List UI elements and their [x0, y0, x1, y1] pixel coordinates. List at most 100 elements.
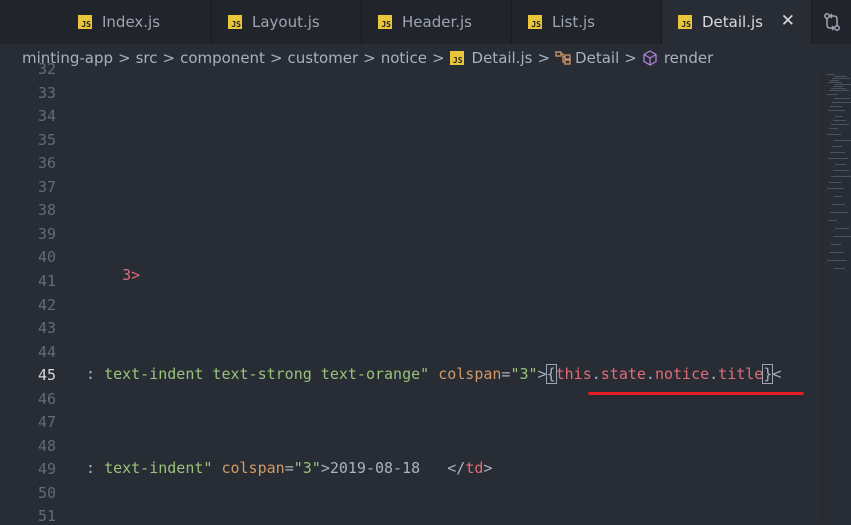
line-number: 34: [37, 107, 56, 126]
tab-list-js[interactable]: JS List.js: [512, 0, 662, 44]
minimap-line: [831, 176, 851, 177]
tag-close: >: [537, 365, 547, 383]
breadcrumb-item-detail-js[interactable]: JS Detail.js: [449, 49, 533, 67]
minimap-line: [827, 94, 838, 95]
code-editor[interactable]: 3> : text-indent text-strong text-orange…: [86, 72, 820, 522]
tab-index-js[interactable]: JS Index.js: [62, 0, 212, 44]
line-number: 37: [37, 177, 56, 196]
tab-label: Layout.js: [252, 13, 320, 31]
minimap-line: [827, 188, 844, 189]
minimap-line: [834, 140, 851, 141]
attr-value: "3": [293, 459, 321, 477]
expr-title: title: [718, 365, 764, 383]
tab-label: List.js: [552, 13, 595, 31]
minimap-line: [833, 170, 849, 171]
method-cube-icon: [643, 50, 657, 66]
breadcrumb-separator: >: [363, 49, 376, 67]
tab-layout-js[interactable]: JS Layout.js: [212, 0, 362, 44]
minimap-line: [834, 76, 847, 77]
git-compare-icon: [823, 13, 840, 31]
line-number: 43: [37, 319, 56, 338]
minimap-line: [829, 90, 849, 91]
breadcrumb-file-label: Detail.js: [471, 49, 533, 67]
minimap-line: [828, 110, 845, 111]
minimap-line: [834, 98, 850, 99]
minimap-line: [835, 164, 846, 165]
tab-label: Index.js: [102, 13, 161, 31]
breadcrumb-item-src[interactable]: src: [136, 49, 158, 67]
expr-state: state: [600, 365, 646, 383]
expr-this: this: [555, 365, 592, 383]
code-line-45: : text-indent text-strong text-orange" c…: [86, 364, 782, 384]
line-number: 33: [37, 83, 56, 102]
minimap-line: [830, 212, 848, 213]
breadcrumb-item-notice[interactable]: notice: [381, 49, 427, 67]
open-brace: {: [545, 364, 557, 384]
minimap-line: [835, 116, 843, 117]
minimap-line: [827, 74, 835, 75]
breadcrumb: minting-app > src > component > customer…: [0, 44, 851, 72]
class-symbol-icon: [555, 51, 571, 65]
breadcrumb-item-detail-class[interactable]: Detail: [555, 49, 619, 67]
breadcrumb-separator: >: [118, 49, 131, 67]
closing-tag-name: td: [465, 459, 484, 477]
minimap-line: [830, 106, 842, 107]
open-changes-button[interactable]: [812, 0, 851, 44]
minimap-line: [828, 158, 848, 159]
attr-name: colspan: [212, 459, 285, 477]
js-file-icon: JS: [78, 15, 92, 29]
line-number: 36: [37, 154, 56, 173]
line-number: 41: [37, 271, 56, 290]
closing-tag-open: </: [447, 459, 466, 477]
minimap-line: [829, 128, 838, 129]
breadcrumb-separator: >: [269, 49, 283, 67]
line-number: 46: [37, 389, 56, 408]
date-text: 2019-08-18: [329, 459, 421, 477]
line-number: 35: [37, 130, 56, 149]
breadcrumb-item-component[interactable]: component: [180, 49, 265, 67]
breadcrumb-method-label: render: [663, 49, 714, 67]
minimap-line: [831, 244, 841, 245]
class-value: text-indent": [104, 459, 213, 477]
annotation-underline: [588, 392, 804, 395]
tab-header-js[interactable]: JS Header.js: [362, 0, 512, 44]
class-value: text-indent text-strong text-orange": [104, 365, 430, 383]
minimap-line: [829, 182, 841, 183]
js-file-icon: JS: [528, 15, 542, 29]
dot: .: [709, 365, 719, 383]
equals: =: [284, 459, 294, 477]
close-icon[interactable]: ✕: [781, 11, 795, 31]
line-number: 38: [37, 201, 56, 220]
js-file-icon: JS: [378, 15, 392, 29]
code-line-40: 3>: [86, 248, 140, 302]
tag-tail: <: [772, 365, 782, 383]
line-number: 42: [37, 295, 56, 314]
line-number: 47: [37, 413, 56, 432]
breadcrumb-separator: >: [431, 49, 445, 67]
js-file-icon: JS: [228, 15, 242, 29]
dot: .: [591, 365, 601, 383]
line-number: 39: [37, 224, 56, 243]
attr-name: colspan: [429, 365, 502, 383]
breadcrumb-item-customer[interactable]: customer: [288, 49, 359, 67]
minimap-line: [832, 78, 850, 79]
minimap-line: [835, 228, 849, 229]
minimap-line: [829, 252, 844, 253]
minimap-line: [833, 86, 843, 87]
minimap-line: [830, 152, 845, 153]
breadcrumb-item-render[interactable]: render: [642, 49, 714, 67]
minimap-line: [831, 124, 849, 125]
tab-detail-js[interactable]: JS Detail.js ✕: [662, 0, 812, 44]
minimap-line: [831, 88, 846, 89]
minimap-line: [834, 196, 842, 197]
line-number: 45: [37, 366, 56, 385]
minimap-line: [830, 80, 839, 81]
tag-close: >: [320, 459, 330, 477]
minimap-line: [827, 260, 847, 261]
minimap-line: [834, 268, 845, 269]
tab-bar-overflow: [0, 0, 63, 44]
minimap-line: [832, 204, 845, 205]
line-number: 40: [37, 248, 56, 267]
minimap[interactable]: [822, 72, 851, 522]
